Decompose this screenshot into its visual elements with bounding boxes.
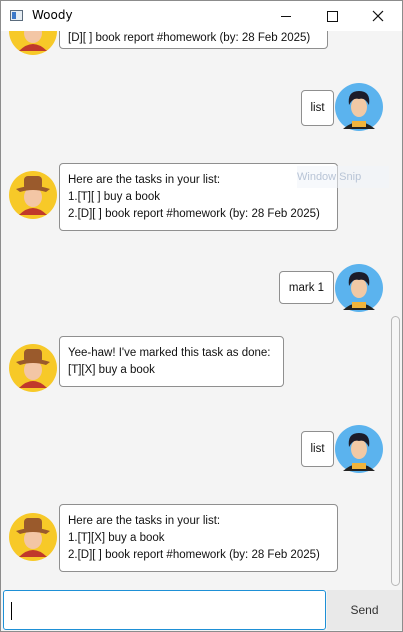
user-message-bubble: list xyxy=(301,90,334,126)
message-line: 2.[D][ ] book report #homework (by: 28 F… xyxy=(68,208,320,220)
maximize-button[interactable] xyxy=(309,1,355,31)
message-line: Here are the tasks in your list: xyxy=(68,174,221,186)
message-line: [T][X] buy a book xyxy=(68,364,155,376)
bot-avatar xyxy=(9,31,57,55)
message-line: 2.[D][ ] book report #homework (by: 28 F… xyxy=(68,549,320,561)
user-message-bubble: list xyxy=(301,431,334,467)
maximize-icon xyxy=(326,10,338,22)
close-icon xyxy=(372,10,384,22)
minimize-icon xyxy=(281,15,291,17)
app-icon xyxy=(10,10,23,21)
user-avatar xyxy=(335,425,383,473)
message-line: mark 1 xyxy=(288,282,325,294)
text-caret xyxy=(11,602,12,620)
scrollbar-thumb[interactable] xyxy=(391,316,400,586)
message-line: Here are the tasks in your list: xyxy=(68,515,221,527)
message-line: 1.[T][ ] buy a book xyxy=(68,191,161,203)
snip-overlay-label: Window Snip xyxy=(297,166,393,188)
chat-scrollbar[interactable] xyxy=(389,31,402,588)
send-button[interactable]: Send xyxy=(327,590,402,630)
bot-message-bubble: [D][ ] book report #homework (by: 28 Feb… xyxy=(59,31,328,49)
chat-scroll-area[interactable]: [D][ ] book report #homework (by: 28 Feb… xyxy=(1,31,389,588)
bot-avatar xyxy=(9,171,57,219)
message-input[interactable] xyxy=(3,590,326,630)
bot-avatar xyxy=(9,344,57,392)
title-bar: Woody xyxy=(1,1,402,31)
window-title: Woody xyxy=(32,8,73,22)
user-avatar xyxy=(335,264,383,312)
bot-message-bubble: Yee-haw! I've marked this task as done: … xyxy=(59,336,284,387)
message-line: 1.[T][X] buy a book xyxy=(68,532,165,544)
message-line: [D][ ] book report #homework (by: 28 Feb… xyxy=(68,32,311,44)
message-line: Yee-haw! I've marked this task as done: xyxy=(68,347,271,359)
message-line: list xyxy=(310,443,325,455)
minimize-button[interactable] xyxy=(263,1,309,31)
bot-avatar xyxy=(9,513,57,561)
user-avatar xyxy=(335,83,383,131)
bot-message-bubble: Here are the tasks in your list: 1.[T][X… xyxy=(59,504,338,572)
close-button[interactable] xyxy=(355,1,401,31)
message-line: list xyxy=(310,102,325,114)
app-window: Woody [D][ ] book report #homework (by: … xyxy=(0,0,403,632)
input-bar: Send xyxy=(1,589,402,631)
user-message-bubble: mark 1 xyxy=(279,271,334,304)
